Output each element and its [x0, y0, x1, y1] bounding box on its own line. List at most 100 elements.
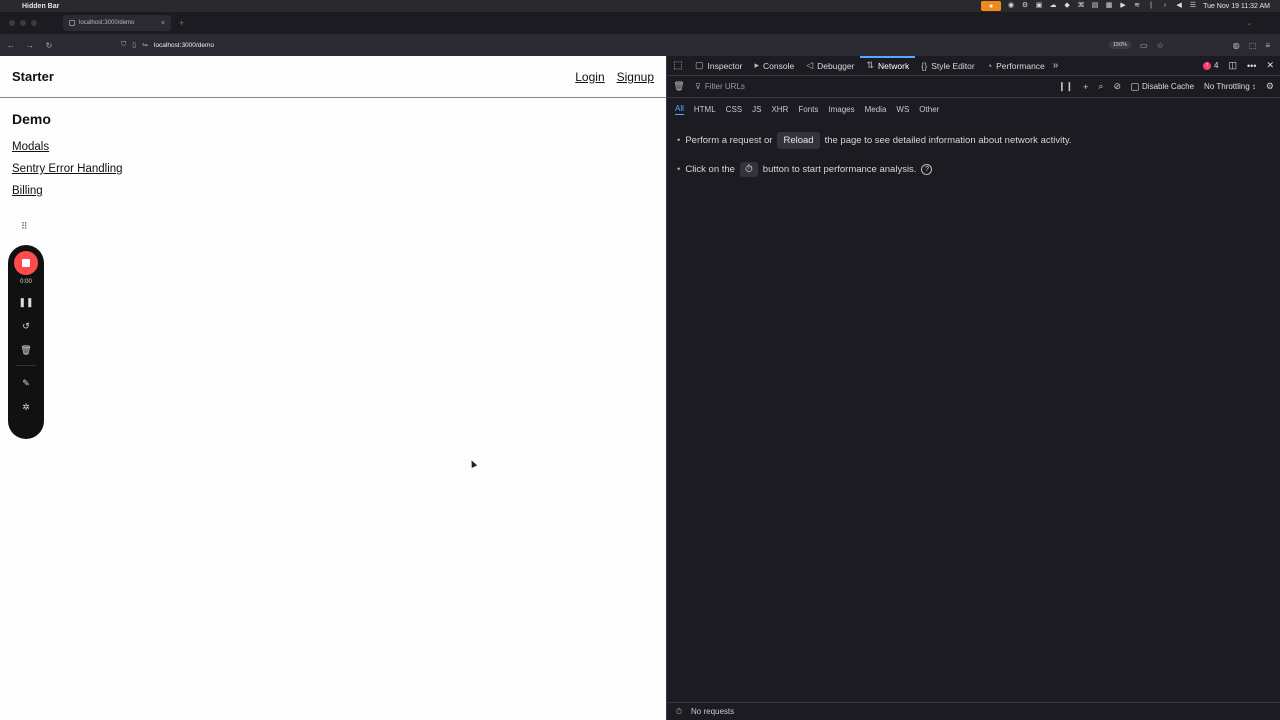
search-icon[interactable]: ⌕ — [1098, 81, 1103, 92]
site-nav: Login Signup — [575, 70, 654, 84]
app-icon[interactable]: ▣ — [1035, 2, 1043, 10]
zoom-level-badge[interactable]: 150% — [1108, 41, 1132, 49]
add-request-icon[interactable]: + — [1083, 82, 1088, 92]
divider-icon[interactable]: | — [1147, 2, 1155, 10]
tab-label: Inspector — [707, 60, 743, 71]
filter-other[interactable]: Other — [919, 105, 939, 114]
block-icon[interactable]: ⊘ — [1113, 81, 1121, 92]
shield-icon[interactable]: ⛉ — [121, 41, 126, 49]
account-icon[interactable]: ◍ — [1233, 41, 1240, 50]
site-brand[interactable]: Starter — [12, 69, 54, 84]
login-link[interactable]: Login — [575, 70, 604, 84]
filter-fonts[interactable]: Fonts — [798, 105, 818, 114]
disable-cache-checkbox[interactable]: Disable Cache — [1131, 82, 1194, 91]
error-count-badge[interactable]: ! 4 — [1203, 61, 1218, 70]
url-text[interactable]: localhost:3000/demo — [154, 42, 214, 49]
pencil-icon[interactable]: ✎ — [16, 376, 36, 390]
status-icons: ● ◉ ⚙ ▣ ☁ ◆ ⌘ ▤ ▦ ▶ ≋ | › ◀ ☰ Tue Nov 19… — [981, 1, 1280, 11]
mouse-cursor — [468, 459, 478, 468]
browser-tab[interactable]: localhost:3000/demo × — [63, 15, 171, 31]
performance-hint: • Click on the ⏱ button to start perform… — [677, 162, 933, 177]
control-center-icon[interactable]: ☰ — [1189, 2, 1197, 10]
volume-icon[interactable]: ◀ — [1175, 2, 1183, 10]
command-icon[interactable]: ⌘ — [1077, 2, 1085, 10]
microphone-icon[interactable]: ● — [981, 1, 1002, 11]
bullet: • — [677, 164, 681, 175]
restart-icon[interactable]: ↺ — [16, 319, 36, 333]
tab-debugger[interactable]: ◁ Debugger — [800, 56, 860, 76]
signup-link[interactable]: Signup — [617, 70, 654, 84]
stopwatch-button[interactable]: ⏱ — [739, 162, 758, 177]
close-window-button[interactable] — [9, 20, 15, 26]
filter-all[interactable]: All — [675, 104, 684, 115]
minimize-window-button[interactable] — [20, 20, 26, 26]
network-settings-icon[interactable]: ⚙ — [1266, 81, 1274, 92]
menu-bar: Hidden Bar ● ◉ ⚙ ▣ ☁ ◆ ⌘ ▤ ▦ ▶ ≋ | › ◀ ☰… — [0, 0, 1280, 12]
zoom-window-button[interactable] — [31, 20, 37, 26]
wifi-icon[interactable]: ≋ — [1133, 2, 1141, 10]
list-tabs-icon[interactable]: ⌄ — [1246, 19, 1252, 27]
filter-xhr[interactable]: XHR — [771, 105, 788, 114]
help-icon[interactable]: ? — [921, 164, 933, 175]
filter-urls-input[interactable]: ⊽ Filter URLs — [695, 82, 745, 91]
tab-network[interactable]: ⇅ Network — [860, 55, 915, 76]
record-icon[interactable]: ◉ — [1007, 2, 1015, 10]
tab-inspector[interactable]: ▢ Inspector — [689, 56, 748, 76]
pause-recording-icon[interactable]: ❙❙ — [1058, 81, 1073, 92]
tab-label: Debugger — [817, 60, 855, 71]
stop-recording-button[interactable] — [14, 251, 38, 275]
back-button[interactable]: ← — [3, 41, 19, 50]
reload-button[interactable]: ↻ — [41, 41, 57, 50]
filter-images[interactable]: Images — [828, 105, 854, 114]
options-icon[interactable]: ••• — [1247, 61, 1256, 71]
drop-icon[interactable]: ◆ — [1063, 2, 1071, 10]
chevron-icon[interactable]: › — [1161, 2, 1169, 10]
menu-icon[interactable]: ≡ — [1265, 41, 1270, 50]
new-tab-button[interactable]: + — [179, 18, 184, 28]
stopwatch-icon[interactable]: ⏱ — [667, 707, 691, 717]
network-status-bar: ⏱ No requests — [667, 702, 1280, 720]
reload-button[interactable]: Reload — [777, 132, 820, 149]
close-tab-icon[interactable]: × — [161, 20, 165, 27]
reader-view-icon[interactable]: ▭ — [1140, 41, 1148, 50]
play-icon[interactable]: ▶ — [1119, 2, 1127, 10]
billing-link[interactable]: Billing — [12, 185, 123, 197]
close-devtools-icon[interactable]: ✕ — [1266, 60, 1274, 71]
clear-requests-icon[interactable]: 🗑 — [667, 81, 691, 92]
drag-handle-icon[interactable]: ⠿ — [21, 221, 28, 232]
more-tabs-icon[interactable]: » — [1053, 60, 1059, 71]
cloud-icon[interactable]: ☁ — [1049, 2, 1057, 10]
dock-icon[interactable]: ◫ — [1228, 60, 1237, 71]
filter-css[interactable]: CSS — [726, 105, 742, 114]
tab-label: Style Editor — [931, 60, 975, 71]
address-bar[interactable]: ⛉ ▯ ⇋ localhost:3000/demo — [121, 41, 214, 49]
settings-icon[interactable]: ⚙ — [1021, 2, 1029, 10]
filter-ws[interactable]: WS — [896, 105, 909, 114]
permissions-icon[interactable]: ⇋ — [142, 41, 148, 49]
filter-media[interactable]: Media — [865, 105, 887, 114]
clipboard-icon[interactable]: ▤ — [1091, 2, 1099, 10]
tab-console[interactable]: ▸ Console — [748, 56, 800, 76]
bookmark-star-icon[interactable]: ☆ — [1157, 41, 1164, 50]
checkbox-box[interactable] — [1131, 82, 1140, 91]
sentry-error-handling-link[interactable]: Sentry Error Handling — [12, 163, 123, 175]
app-name[interactable]: Hidden Bar — [22, 3, 59, 10]
tab-performance[interactable]: ◔ Performance — [981, 56, 1051, 76]
menubar-clock[interactable]: Tue Nov 19 11:32 AM — [1203, 3, 1270, 10]
grid-icon[interactable]: ▦ — [1105, 2, 1113, 10]
effects-icon[interactable]: ✲ — [16, 400, 36, 414]
trash-icon[interactable]: 🗑 — [16, 343, 36, 357]
forward-button[interactable]: → — [22, 41, 38, 50]
modals-link[interactable]: Modals — [12, 141, 123, 153]
tab-style-editor[interactable]: {} Style Editor — [915, 56, 980, 76]
network-toolbar-right: ❙❙ + ⌕ ⊘ Disable Cache No Throttling ↕ ⚙ — [1058, 81, 1280, 92]
filter-js[interactable]: JS — [752, 105, 761, 114]
filter-html[interactable]: HTML — [694, 105, 716, 114]
throttling-select[interactable]: No Throttling ↕ — [1204, 82, 1256, 91]
nav-right-tools: 150% ▭ ☆ ◍ ⬚ ≡ — [1108, 41, 1280, 50]
window-controls — [9, 20, 37, 26]
pause-icon[interactable]: ❚❚ — [16, 295, 36, 309]
tab-strip: localhost:3000/demo × + ⌄ — [0, 12, 1280, 34]
extensions-icon[interactable]: ⬚ — [1249, 41, 1257, 50]
element-picker-icon[interactable]: ⬚ — [667, 60, 689, 71]
